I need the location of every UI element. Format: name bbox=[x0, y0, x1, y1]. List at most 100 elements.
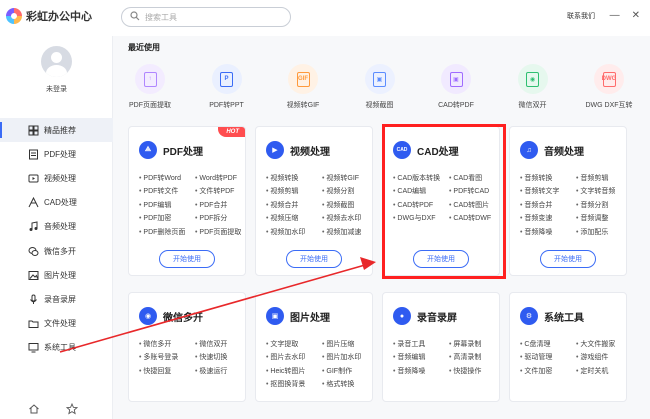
recent-tool[interactable]: ▣ CAD转PDF bbox=[420, 64, 492, 110]
feature-item[interactable]: CAD转图片 bbox=[449, 200, 499, 210]
feature-item[interactable]: 微信多开 bbox=[139, 339, 195, 349]
feature-item[interactable]: 音频转换 bbox=[520, 173, 576, 183]
sidebar-item-wechat[interactable]: 微信多开 bbox=[0, 239, 113, 263]
sidebar-item-cad[interactable]: CAD处理 bbox=[0, 191, 113, 215]
feature-item[interactable]: 音频分割 bbox=[576, 200, 626, 210]
feature-item[interactable]: 抠图换背景 bbox=[266, 379, 322, 389]
sidebar-item-pdf[interactable]: PDF处理 bbox=[0, 142, 113, 166]
search-input[interactable] bbox=[145, 12, 275, 22]
start-button[interactable]: 开始使用 bbox=[286, 250, 342, 268]
card-mic[interactable]: ● 录音录屏录音工具屏幕录制音频编辑高清录制音频降噪快捷操作 bbox=[382, 292, 500, 402]
feature-item[interactable]: 极速运行 bbox=[195, 366, 245, 376]
card-system[interactable]: ⚙ 系统工具 C盘清理大文件搬家驱动管理游戏组件文件加密定时关机 bbox=[509, 292, 627, 402]
sidebar-item-video[interactable]: 视频处理 bbox=[0, 166, 113, 190]
feature-item[interactable]: PDF加密 bbox=[139, 213, 195, 223]
feature-item[interactable]: 音频降噪 bbox=[520, 227, 576, 237]
feature-item[interactable]: PDF转CAD bbox=[449, 186, 499, 196]
feature-item[interactable]: 大文件搬家 bbox=[576, 339, 626, 349]
feature-item[interactable]: CAD看图 bbox=[449, 173, 499, 183]
star-icon[interactable] bbox=[66, 403, 78, 415]
recent-tool[interactable]: ◉ 微信双开 bbox=[497, 64, 569, 110]
start-button[interactable]: 开始使用 bbox=[540, 250, 596, 268]
feature-item[interactable]: PDF编辑 bbox=[139, 200, 195, 210]
recent-tool[interactable]: P PDF转PPT bbox=[191, 64, 263, 110]
card-video[interactable]: ▶ 视频处理视频转换视频转GIF视频剪辑视频分割视频合并视频截图视频压缩视频去水印… bbox=[255, 126, 373, 276]
recent-tool[interactable]: DWG DWG DXF互转 bbox=[573, 64, 645, 110]
feature-item[interactable]: 录音工具 bbox=[393, 339, 449, 349]
feature-item[interactable]: 视频转换 bbox=[266, 173, 322, 183]
feature-item[interactable]: CAD版本转换 bbox=[393, 173, 449, 183]
feature-item[interactable]: C盘清理 bbox=[520, 339, 576, 349]
feature-item[interactable]: PDF删除页面 bbox=[139, 227, 195, 237]
feature-item[interactable]: 文件加密 bbox=[520, 366, 576, 376]
feature-item[interactable]: PDF转文件 bbox=[139, 186, 195, 196]
feature-item[interactable]: 微信双开 bbox=[195, 339, 245, 349]
feature-item[interactable]: 快速切换 bbox=[195, 352, 245, 362]
sidebar-item-image[interactable]: 图片处理 bbox=[0, 263, 113, 287]
feature-item[interactable]: 音频编辑 bbox=[393, 352, 449, 362]
feature-item[interactable]: 图片去水印 bbox=[266, 352, 322, 362]
feature-item[interactable]: 视频去水印 bbox=[322, 213, 372, 223]
feature-item[interactable]: PDF合并 bbox=[195, 200, 245, 210]
feature-item[interactable]: 图片加水印 bbox=[322, 352, 372, 362]
feature-item[interactable]: 视频压缩 bbox=[266, 213, 322, 223]
start-button[interactable]: 开始使用 bbox=[413, 250, 469, 268]
feature-item[interactable]: Word转PDF bbox=[195, 173, 245, 183]
feature-item[interactable]: 音频剪辑 bbox=[576, 173, 626, 183]
feature-item[interactable]: PDF页面提取 bbox=[195, 227, 245, 237]
feature-item[interactable]: 游戏组件 bbox=[576, 352, 626, 362]
feature-item[interactable]: CAD转DWF bbox=[449, 213, 499, 223]
feature-item[interactable]: 快捷回复 bbox=[139, 366, 195, 376]
feature-item[interactable]: 驱动管理 bbox=[520, 352, 576, 362]
feature-item[interactable]: 音频调整 bbox=[576, 213, 626, 223]
feature-item[interactable]: 视频加减速 bbox=[322, 227, 372, 237]
feature-item[interactable]: CAD转PDF bbox=[393, 200, 449, 210]
feature-item[interactable]: 多账号登录 bbox=[139, 352, 195, 362]
feature-item[interactable]: Heic转图片 bbox=[266, 366, 322, 376]
feature-item[interactable]: 视频转GIF bbox=[322, 173, 372, 183]
feature-item[interactable]: GIF制作 bbox=[322, 366, 372, 376]
feature-item[interactable]: PDF转Word bbox=[139, 173, 195, 183]
feature-item[interactable]: 高清录制 bbox=[449, 352, 499, 362]
avatar[interactable] bbox=[41, 46, 72, 77]
feature-item[interactable]: 文字转音频 bbox=[576, 186, 626, 196]
feature-item[interactable]: 音频降噪 bbox=[393, 366, 449, 376]
card-wechat[interactable]: ◉微信多开微信多开微信双开多账号登录快速切换快捷回复极速运行 bbox=[128, 292, 246, 402]
feature-item[interactable]: 添加配乐 bbox=[576, 227, 626, 237]
feature-item[interactable]: 视频合并 bbox=[266, 200, 322, 210]
sidebar-item-system[interactable]: 系统工具 bbox=[0, 336, 113, 360]
feature-item[interactable]: 格式转换 bbox=[322, 379, 372, 389]
home-icon[interactable] bbox=[28, 403, 40, 415]
feature-item[interactable]: 音频变速 bbox=[520, 213, 576, 223]
card-cad[interactable]: CADCAD处理CAD版本转换CAD看图CAD编辑PDF转CADCAD转PDFC… bbox=[382, 126, 500, 276]
minimize-icon[interactable]: — bbox=[610, 10, 620, 21]
feature-item[interactable]: DWG与DXF bbox=[393, 213, 449, 223]
feature-item[interactable]: 音频合并 bbox=[520, 200, 576, 210]
recent-tool[interactable]: ↑ PDF页面提取 bbox=[114, 64, 186, 110]
recent-tool[interactable]: GIF 视频转GIF bbox=[267, 64, 339, 110]
feature-item[interactable]: 文字提取 bbox=[266, 339, 322, 349]
start-button[interactable]: 开始使用 bbox=[159, 250, 215, 268]
feature-item[interactable]: 视频加水印 bbox=[266, 227, 322, 237]
sidebar-item-folder[interactable]: 文件处理 bbox=[0, 312, 113, 336]
contact-us-link[interactable]: 联系我们 bbox=[567, 11, 595, 21]
feature-item[interactable]: 视频截图 bbox=[322, 200, 372, 210]
feature-item[interactable]: CAD编辑 bbox=[393, 186, 449, 196]
sidebar-item-music[interactable]: 音频处理 bbox=[0, 215, 113, 239]
feature-item[interactable]: 文件转PDF bbox=[195, 186, 245, 196]
feature-item[interactable]: 视频分割 bbox=[322, 186, 372, 196]
sidebar-item-mic[interactable]: 录音录屏 bbox=[0, 287, 113, 311]
feature-item[interactable]: 定时关机 bbox=[576, 366, 626, 376]
feature-item[interactable]: 快捷操作 bbox=[449, 366, 499, 376]
feature-item[interactable]: 视频剪辑 bbox=[266, 186, 322, 196]
feature-item[interactable]: 图片压缩 bbox=[322, 339, 372, 349]
card-music[interactable]: ♫ 音频处理音频转换音频剪辑音频转文字文字转音频音频合并音频分割音频变速音频调整音… bbox=[509, 126, 627, 276]
sidebar-item-grid[interactable]: 精品推荐 bbox=[0, 118, 113, 143]
feature-item[interactable]: 屏幕录制 bbox=[449, 339, 499, 349]
close-icon[interactable]: ✕ bbox=[632, 10, 640, 21]
card-image[interactable]: ▣ 图片处理文字提取图片压缩图片去水印图片加水印Heic转图片GIF制作抠图换背景… bbox=[255, 292, 373, 402]
feature-item[interactable]: PDF拆分 bbox=[195, 213, 245, 223]
card-pdf[interactable]: HOT⟁PDF处理PDF转WordWord转PDFPDF转文件文件转PDFPDF… bbox=[128, 126, 246, 276]
search-box[interactable] bbox=[121, 7, 291, 27]
feature-item[interactable]: 音频转文字 bbox=[520, 186, 576, 196]
